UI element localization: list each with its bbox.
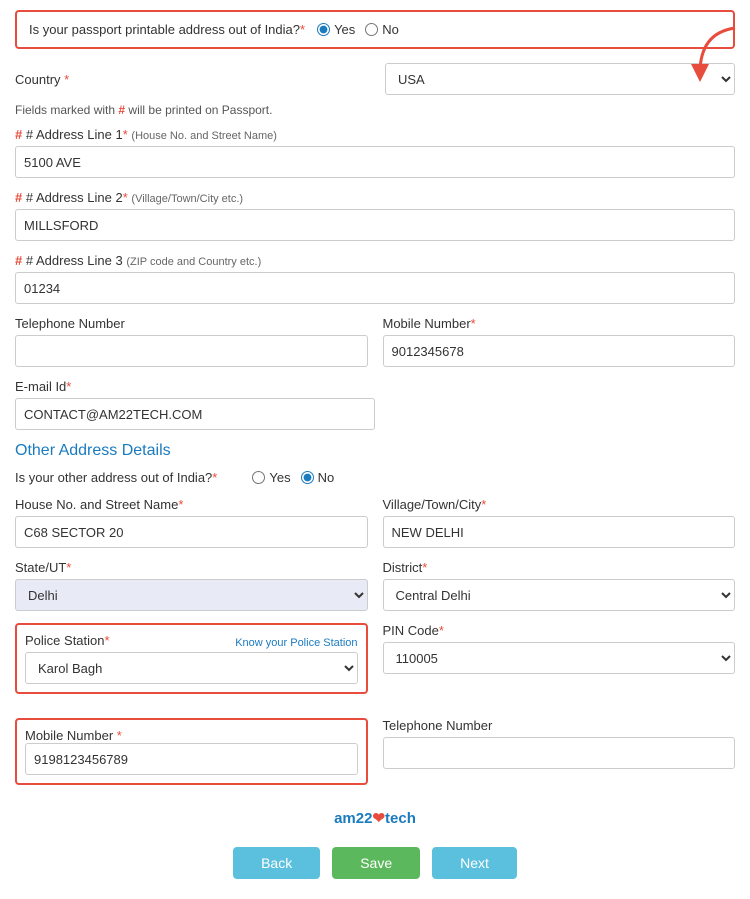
pin-code-label: PIN Code* xyxy=(383,623,736,638)
police-station-group: Police Station* Know your Police Station… xyxy=(15,623,368,706)
house-street-input[interactable] xyxy=(15,516,368,548)
know-police-link[interactable]: Know your Police Station xyxy=(235,637,357,649)
tel-mobile-row: Telephone Number Mobile Number* xyxy=(15,316,735,367)
button-row: Back Save Next xyxy=(15,847,735,879)
save-button[interactable]: Save xyxy=(332,847,420,879)
telephone-label: Telephone Number xyxy=(15,316,368,331)
other-address-no-radio[interactable] xyxy=(301,471,314,484)
passport-question-box: Is your passport printable address out o… xyxy=(15,10,735,49)
telephone-other-group: Telephone Number xyxy=(383,718,736,769)
email-label: E-mail Id* xyxy=(15,379,375,394)
district-group: District* Central Delhi East Delhi West … xyxy=(383,560,736,611)
address-line2-row: # # Address Line 2* (Village/Town/City e… xyxy=(15,190,735,241)
country-row: Country * USA India UK Canada Australia xyxy=(15,63,735,95)
state-select[interactable]: Delhi Maharashtra Karnataka Tamil Nadu xyxy=(15,579,368,611)
village-town-group: Village/Town/City* xyxy=(383,497,736,548)
mobile-other-label: Mobile Number * xyxy=(25,728,122,743)
house-street-label: House No. and Street Name* xyxy=(15,497,368,512)
pin-code-group: PIN Code* 110005 110001 110002 xyxy=(383,623,736,674)
district-label: District* xyxy=(383,560,736,575)
address-line1-group: # # Address Line 1* (House No. and Stree… xyxy=(15,127,735,178)
address-line2-input[interactable] xyxy=(15,209,735,241)
house-street-group: House No. and Street Name* xyxy=(15,497,368,548)
police-pin-row: Police Station* Know your Police Station… xyxy=(15,623,735,706)
passport-yes-radio[interactable] xyxy=(317,23,330,36)
village-town-input[interactable] xyxy=(383,516,736,548)
state-group: State/UT* Delhi Maharashtra Karnataka Ta… xyxy=(15,560,368,611)
telephone-other-input[interactable] xyxy=(383,737,736,769)
address-line3-row: # # Address Line 3 (ZIP code and Country… xyxy=(15,253,735,304)
mobile-other-highlight-box: Mobile Number * xyxy=(15,718,368,785)
pin-code-select[interactable]: 110005 110001 110002 xyxy=(383,642,736,674)
other-address-question-label: Is your other address out of India?* xyxy=(15,470,217,485)
state-district-row: State/UT* Delhi Maharashtra Karnataka Ta… xyxy=(15,560,735,611)
police-station-header: Police Station* Know your Police Station xyxy=(25,633,358,652)
am22tech-footer: am22❤tech xyxy=(15,809,735,827)
telephone-group: Telephone Number xyxy=(15,316,368,367)
next-button[interactable]: Next xyxy=(432,847,517,879)
email-row: E-mail Id* xyxy=(15,379,735,430)
village-town-label: Village/Town/City* xyxy=(383,497,736,512)
state-label: State/UT* xyxy=(15,560,368,575)
police-station-label: Police Station* xyxy=(25,633,110,648)
passport-yes-label[interactable]: Yes xyxy=(317,22,355,37)
email-group: E-mail Id* xyxy=(15,379,375,430)
other-address-yes-label[interactable]: Yes xyxy=(252,470,290,485)
address-line1-input[interactable] xyxy=(15,146,735,178)
other-address-no-label[interactable]: No xyxy=(301,470,335,485)
red-arrow-icon xyxy=(680,23,750,83)
mobile-main-label: Mobile Number* xyxy=(383,316,736,331)
address-line1-row: # # Address Line 1* (House No. and Stree… xyxy=(15,127,735,178)
telephone-input[interactable] xyxy=(15,335,368,367)
fields-note: Fields marked with # will be printed on … xyxy=(15,103,735,117)
passport-question-label: Is your passport printable address out o… xyxy=(29,22,305,37)
district-select[interactable]: Central Delhi East Delhi West Delhi Sout… xyxy=(383,579,736,611)
house-village-row: House No. and Street Name* Village/Town/… xyxy=(15,497,735,548)
passport-no-radio[interactable] xyxy=(365,23,378,36)
mobile-other-group: Mobile Number * xyxy=(15,718,368,797)
other-address-title: Other Address Details xyxy=(15,442,735,460)
email-input[interactable] xyxy=(15,398,375,430)
address-line2-label: # # Address Line 2* (Village/Town/City e… xyxy=(15,190,735,205)
telephone-other-label: Telephone Number xyxy=(383,718,736,733)
police-station-highlight-box: Police Station* Know your Police Station… xyxy=(15,623,368,694)
mobile-other-input[interactable] xyxy=(25,743,358,775)
address-line3-group: # # Address Line 3 (ZIP code and Country… xyxy=(15,253,735,304)
country-label: Country * xyxy=(15,72,95,87)
police-station-select[interactable]: Karol Bagh Connaught Place Sadar Bazar xyxy=(25,652,358,684)
address-line2-group: # # Address Line 2* (Village/Town/City e… xyxy=(15,190,735,241)
address-line1-label: # # Address Line 1* (House No. and Stree… xyxy=(15,127,735,142)
other-address-radio-group: Yes No xyxy=(252,470,334,485)
other-address-yes-radio[interactable] xyxy=(252,471,265,484)
mobile-tel-other-row: Mobile Number * Telephone Number xyxy=(15,718,735,797)
country-select-wrap: USA India UK Canada Australia xyxy=(385,63,735,95)
address-line3-input[interactable] xyxy=(15,272,735,304)
mobile-main-group: Mobile Number* xyxy=(383,316,736,367)
other-address-question-row: Is your other address out of India?* Yes… xyxy=(15,470,735,485)
mobile-main-input[interactable] xyxy=(383,335,736,367)
back-button[interactable]: Back xyxy=(233,847,320,879)
passport-no-label[interactable]: No xyxy=(365,22,399,37)
address-line3-label: # # Address Line 3 (ZIP code and Country… xyxy=(15,253,735,268)
passport-radio-group: Yes No xyxy=(317,22,399,37)
